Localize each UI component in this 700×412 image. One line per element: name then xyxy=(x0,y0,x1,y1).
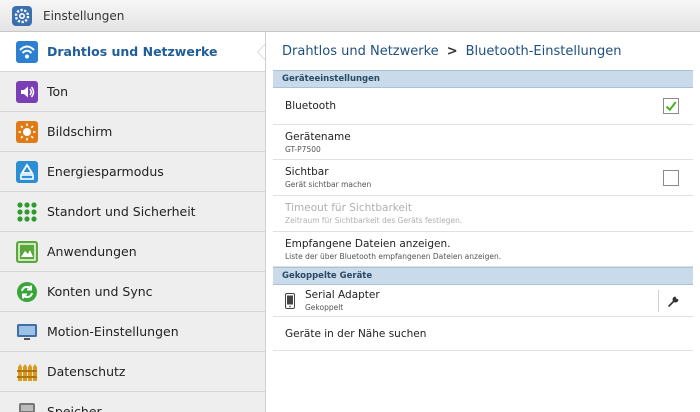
bluetooth-title: Bluetooth xyxy=(285,100,336,112)
device-name-title: Gerätename xyxy=(285,130,351,143)
sidebar-item-label: Standort und Sicherheit xyxy=(47,204,196,219)
visible-summary: Gerät sichtbar machen xyxy=(285,180,372,189)
breadcrumb-separator: > xyxy=(446,43,458,59)
main-panel: Drahtlos und Netzwerke > Bluetooth-Einst… xyxy=(266,32,700,412)
brightness-icon xyxy=(16,120,38,143)
bluetooth-toggle-row[interactable]: Bluetooth xyxy=(273,88,693,125)
wifi-icon xyxy=(16,40,38,63)
sidebar-item-storage[interactable]: Speicher xyxy=(0,392,265,412)
device-name-value: GT-P7500 xyxy=(285,144,321,154)
monitor-icon xyxy=(17,323,37,340)
section-header-device-settings: Geräteeinstellungen xyxy=(273,70,693,88)
phone-icon xyxy=(285,292,295,309)
paired-device-row[interactable]: Serial Adapter Gekoppelt xyxy=(273,285,693,317)
sidebar-item-applications[interactable]: Anwendungen xyxy=(0,232,265,272)
received-files-row[interactable]: Empfangene Dateien anzeigen. Liste der ü… xyxy=(273,232,693,267)
sidebar-item-label: Datenschutz xyxy=(47,364,126,379)
wrench-icon[interactable] xyxy=(667,294,681,308)
app-title: Einstellungen xyxy=(43,8,125,23)
visible-checkbox[interactable] xyxy=(663,169,679,186)
sidebar-item-power-saving[interactable]: Energiesparmodus xyxy=(0,152,265,192)
sidebar-item-sound[interactable]: Ton xyxy=(0,72,265,112)
visible-row[interactable]: Sichtbar Gerät sichtbar machen xyxy=(273,160,693,196)
timeout-title: Timeout für Sichtbarkeit xyxy=(285,202,412,214)
section-header-paired-devices: Gekoppelte Geräte xyxy=(273,267,693,285)
breadcrumb: Drahtlos und Netzwerke > Bluetooth-Einst… xyxy=(266,32,700,70)
sidebar-item-label: Speicher xyxy=(47,404,102,412)
scan-devices-row[interactable]: Geräte in der Nähe suchen xyxy=(273,317,693,351)
paired-device-name: Serial Adapter xyxy=(305,289,380,301)
sidebar-item-motion[interactable]: Motion-Einstellungen xyxy=(0,312,265,352)
received-files-summary: Liste der über Bluetooth empfangenen Dat… xyxy=(285,251,502,261)
sidebar-item-label: Bildschirm xyxy=(47,124,113,139)
check-icon xyxy=(665,101,677,112)
visible-title: Sichtbar xyxy=(285,166,329,178)
title-bar: Einstellungen xyxy=(0,0,700,32)
breadcrumb-parent[interactable]: Drahtlos und Netzwerke xyxy=(282,44,439,59)
sidebar-item-label: Konten und Sync xyxy=(47,284,153,299)
sidebar-item-accounts-sync[interactable]: Konten und Sync xyxy=(0,272,265,312)
settings-gear-icon xyxy=(12,5,32,26)
timeout-summary: Zeitraum für Sichtbarkeit des Geräts fes… xyxy=(285,216,463,225)
sidebar: Drahtlos und Netzwerke Ton Bildschirm En… xyxy=(0,32,266,412)
device-name-row[interactable]: Gerätename GT-P7500 xyxy=(273,125,693,160)
grid-icon xyxy=(17,201,37,222)
sidebar-item-label: Ton xyxy=(47,84,69,99)
active-pointer xyxy=(257,43,265,61)
sync-icon xyxy=(17,281,37,302)
bluetooth-checkbox[interactable] xyxy=(663,98,679,114)
sidebar-item-privacy[interactable]: Datenschutz xyxy=(0,352,265,392)
sidebar-item-wireless[interactable]: Drahtlos und Netzwerke xyxy=(0,32,265,72)
sidebar-item-label: Anwendungen xyxy=(47,244,137,259)
sidebar-item-label: Energiesparmodus xyxy=(47,164,164,179)
speaker-icon xyxy=(16,80,38,103)
fence-icon xyxy=(17,363,37,381)
paired-device-status: Gekoppelt xyxy=(305,303,344,312)
visibility-timeout-row: Timeout für Sichtbarkeit Zeitraum für Si… xyxy=(273,196,693,232)
device-settings-divider xyxy=(658,290,659,312)
sidebar-item-label: Drahtlos und Netzwerke xyxy=(47,44,218,59)
scan-devices-label: Geräte in der Nähe suchen xyxy=(285,327,427,340)
sidebar-item-label: Motion-Einstellungen xyxy=(47,324,179,339)
recycle-icon xyxy=(16,160,38,183)
breadcrumb-current: Bluetooth-Einstellungen xyxy=(465,43,622,59)
sidebar-item-display[interactable]: Bildschirm xyxy=(0,112,265,152)
storage-icon xyxy=(19,402,35,412)
sidebar-item-location-security[interactable]: Standort und Sicherheit xyxy=(0,192,265,232)
received-files-title: Empfangene Dateien anzeigen. xyxy=(285,237,451,250)
apps-icon xyxy=(16,240,38,263)
